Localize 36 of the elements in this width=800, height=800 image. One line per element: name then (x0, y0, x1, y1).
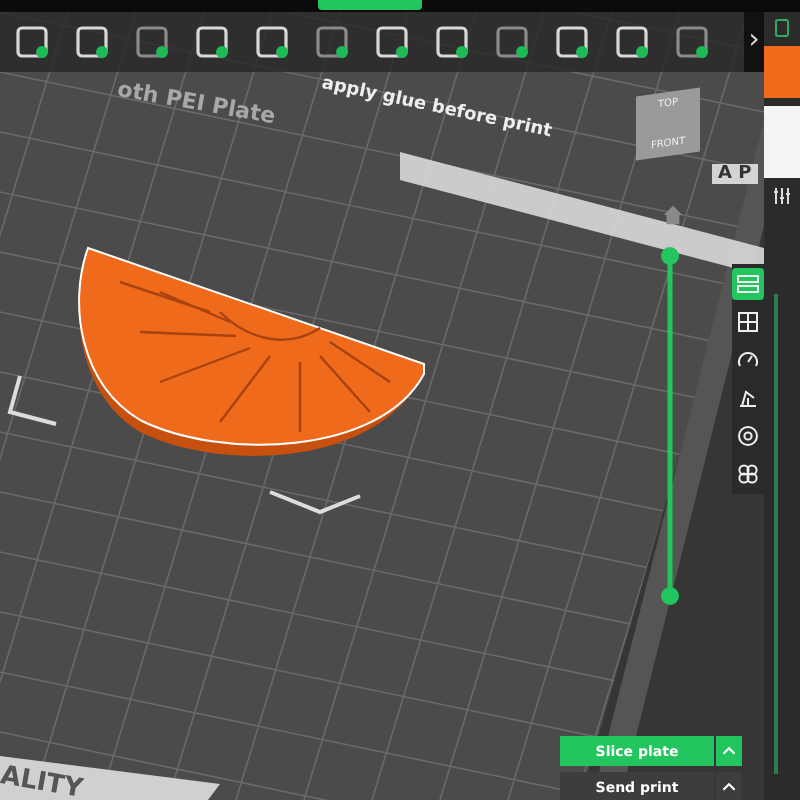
plate-label: apply glue before print (319, 74, 554, 143)
layers-icon (736, 272, 760, 296)
filament-swatch[interactable] (764, 46, 800, 98)
panel-icon (772, 18, 792, 38)
support-icon (736, 386, 760, 410)
tool-icon[interactable] (72, 22, 112, 62)
tool-icon[interactable] (672, 22, 712, 62)
filament-swatch[interactable] (764, 106, 800, 178)
tool-button[interactable] (732, 306, 764, 338)
sliders-icon[interactable] (772, 186, 792, 206)
tool-icon[interactable] (432, 22, 472, 62)
caret-icon (722, 782, 736, 792)
home-icon[interactable] (662, 204, 684, 226)
plate-label: ALITY (0, 761, 85, 800)
tool-icon[interactable] (612, 22, 652, 62)
layer-slider[interactable] (660, 246, 680, 606)
settings-icon (736, 424, 760, 448)
tool-icon[interactable] (492, 22, 532, 62)
tool-icon[interactable] (312, 22, 352, 62)
tool-icon[interactable] (552, 22, 592, 62)
caret-icon (722, 746, 736, 756)
expand-toolbar-button[interactable]: › (744, 12, 764, 72)
plate-label: A P (712, 164, 758, 184)
tool-icon[interactable] (252, 22, 292, 62)
tool-icon[interactable] (132, 22, 172, 62)
slider-thumb[interactable] (661, 587, 679, 605)
tool-icon[interactable] (192, 22, 232, 62)
dropdown-button[interactable] (716, 772, 742, 800)
tool-icon[interactable] (372, 22, 412, 62)
tool-button[interactable] (732, 420, 764, 452)
grid-icon (736, 310, 760, 334)
speed-icon (736, 348, 760, 372)
tool-icon[interactable] (12, 22, 52, 62)
plate-label: oth PEI Plate (115, 76, 278, 130)
fan-icon (736, 462, 760, 486)
slider-thumb[interactable] (661, 247, 679, 265)
